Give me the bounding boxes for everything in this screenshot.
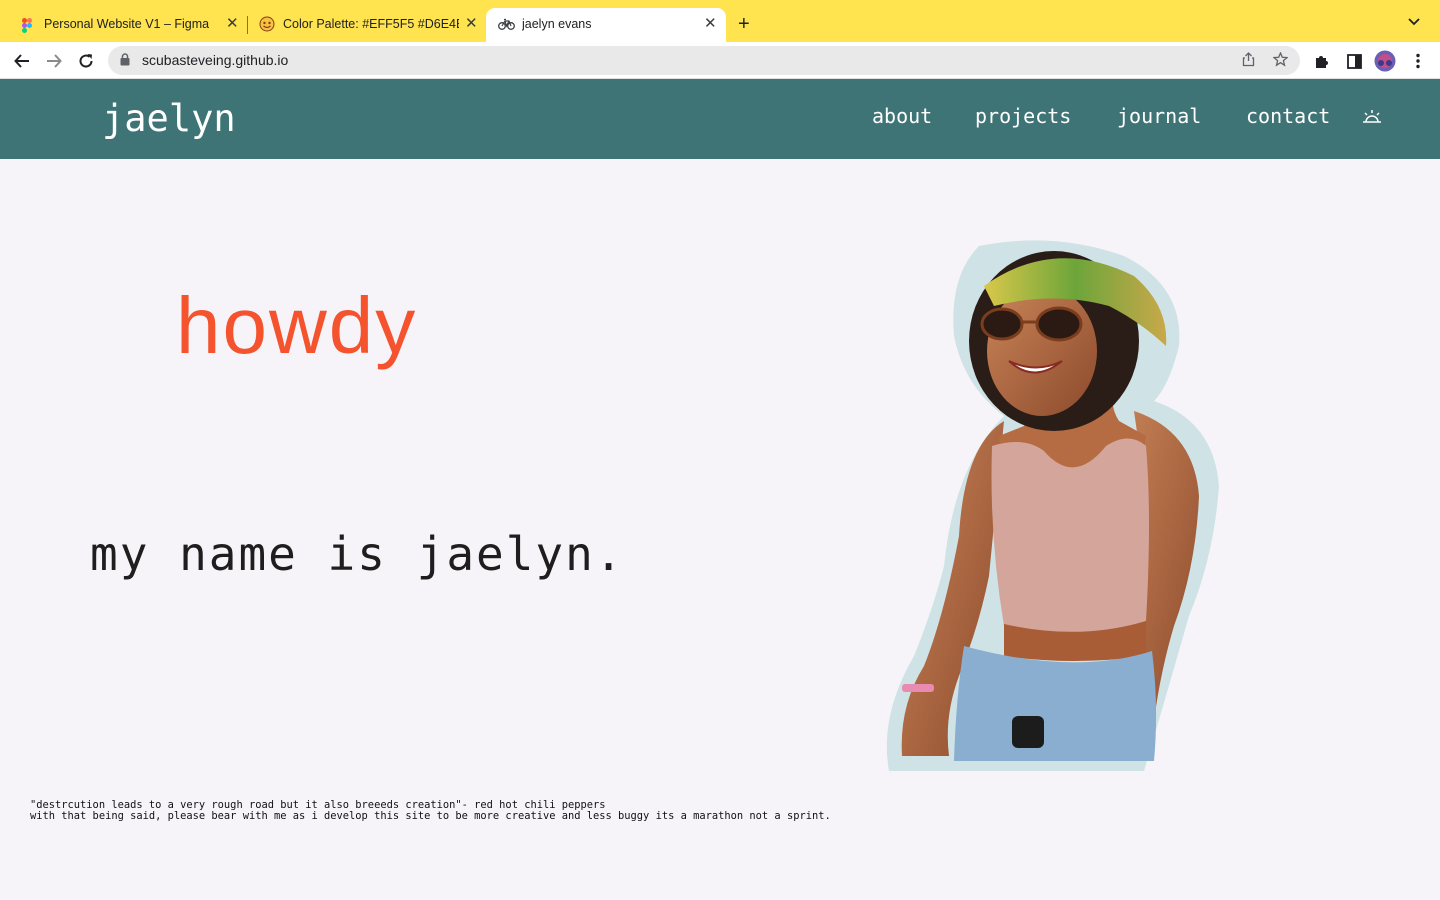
footer-quote: "destrcution leads to a very rough road … xyxy=(30,800,831,822)
bookmark-star-icon[interactable] xyxy=(1272,51,1289,70)
close-icon[interactable]: ✕ xyxy=(465,16,478,31)
avatar[interactable] xyxy=(1374,50,1396,72)
close-icon[interactable]: ✕ xyxy=(704,16,717,31)
nav-link-journal[interactable]: journal xyxy=(1117,104,1201,128)
close-icon[interactable]: ✕ xyxy=(226,16,239,31)
nav-link-projects[interactable]: projects xyxy=(975,104,1071,128)
chevron-down-icon[interactable] xyxy=(1408,14,1420,29)
new-tab-button[interactable]: + xyxy=(738,14,750,34)
reload-icon[interactable] xyxy=(75,50,97,72)
browser-tab-strip: Personal Website V1 – Figma ✕ Color Pale… xyxy=(0,0,1440,42)
kebab-menu-icon[interactable] xyxy=(1407,50,1429,72)
tab-jaelyn-evans[interactable]: jaelyn evans ✕ xyxy=(486,8,726,42)
quote-line: with that being said, please bear with m… xyxy=(30,810,831,822)
sun-icon[interactable] xyxy=(1361,106,1383,133)
site-logo[interactable]: jaelyn xyxy=(102,97,236,140)
side-panel-icon[interactable] xyxy=(1343,50,1365,72)
bicycle-icon xyxy=(498,18,515,33)
palette-icon xyxy=(259,16,275,35)
nav-link-about[interactable]: about xyxy=(872,104,932,128)
tab-color-palette[interactable]: Color Palette: #EFF5F5 #D6E4E ✕ xyxy=(248,8,486,42)
back-arrow-icon[interactable] xyxy=(11,50,33,72)
extensions-puzzle-icon[interactable] xyxy=(1311,50,1333,72)
tab-title: jaelyn evans xyxy=(522,17,592,31)
address-bar[interactable]: scubasteveing.github.io xyxy=(108,46,1300,75)
nav-link-contact[interactable]: contact xyxy=(1246,104,1330,128)
tab-title: Personal Website V1 – Figma xyxy=(44,17,210,31)
intro-text: my name is jaelyn. xyxy=(90,527,625,581)
tab-title: Color Palette: #EFF5F5 #D6E4E xyxy=(283,17,459,31)
lock-icon[interactable] xyxy=(120,53,130,71)
portrait-photo xyxy=(884,236,1224,776)
url-text[interactable]: scubasteveing.github.io xyxy=(142,52,288,68)
site-header: jaelyn about projects journal contact xyxy=(0,79,1440,159)
hero-headline: howdy xyxy=(176,281,418,370)
tab-figma[interactable]: Personal Website V1 – Figma ✕ xyxy=(0,8,246,42)
share-icon[interactable] xyxy=(1242,52,1255,70)
browser-toolbar: scubasteveing.github.io xyxy=(0,42,1440,79)
forward-arrow-icon[interactable] xyxy=(43,50,65,72)
figma-icon xyxy=(22,18,32,36)
